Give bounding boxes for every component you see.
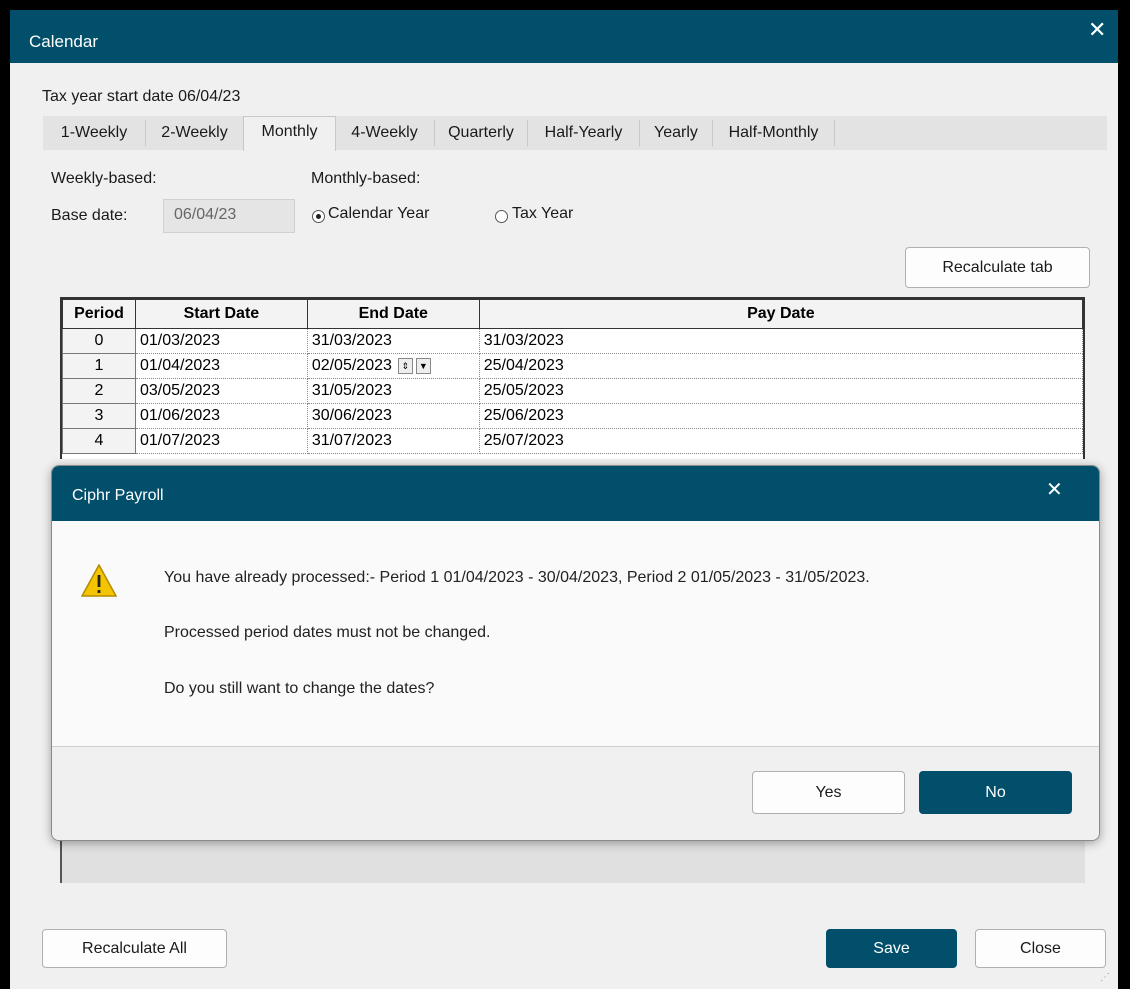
tax-year-label: Tax year start date 06/04/23: [42, 88, 241, 105]
pay-date-cell[interactable]: 25/07/2023: [478, 428, 1084, 454]
table-row[interactable]: 3 01/06/2023 30/06/2023 25/06/2023: [62, 403, 1084, 429]
tab-1-weekly[interactable]: 1-Weekly: [43, 120, 146, 146]
period-tabs: 1-Weekly 2-Weekly Monthly 4-Weekly Quart…: [43, 116, 1107, 151]
tax-year-option-label[interactable]: Tax Year: [512, 205, 573, 223]
dialog-titlebar: Ciphr Payroll ✕: [52, 466, 1099, 521]
dialog-title: Ciphr Payroll: [72, 487, 164, 504]
end-date-editor[interactable]: 02/05/2023 ⇕ ▼: [306, 353, 480, 379]
start-date-cell[interactable]: 01/03/2023: [134, 328, 308, 354]
start-date-cell[interactable]: 03/05/2023: [134, 378, 308, 404]
column-header-start-date[interactable]: Start Date: [134, 299, 308, 329]
spin-updown-icon[interactable]: ⇕: [397, 357, 413, 374]
pay-date-cell[interactable]: 25/06/2023: [478, 403, 1084, 429]
window-title: Calendar: [29, 32, 98, 51]
start-date-cell[interactable]: 01/07/2023: [134, 428, 308, 454]
confirmation-dialog: Ciphr Payroll ✕ You have already process…: [51, 465, 1100, 841]
base-date-label: Base date:: [51, 207, 128, 224]
start-date-cell[interactable]: 01/06/2023: [134, 403, 308, 429]
tab-yearly[interactable]: Yearly: [640, 120, 713, 146]
tab-4-weekly[interactable]: 4-Weekly: [335, 120, 435, 146]
end-date-cell[interactable]: 30/06/2023: [306, 403, 480, 429]
dialog-message-question: Do you still want to change the dates?: [164, 680, 435, 697]
end-date-cell[interactable]: 31/03/2023: [306, 328, 480, 354]
dialog-body: You have already processed:- Period 1 01…: [52, 521, 1099, 746]
tab-quarterly[interactable]: Quarterly: [435, 120, 528, 146]
period-cell: 4: [62, 428, 136, 454]
save-button[interactable]: Save: [826, 929, 957, 968]
dialog-footer: Yes No: [52, 746, 1099, 840]
no-button[interactable]: No: [919, 771, 1072, 814]
pay-date-cell[interactable]: 25/05/2023: [478, 378, 1084, 404]
table-row[interactable]: 0 01/03/2023 31/03/2023 31/03/2023: [62, 328, 1084, 354]
dialog-message-processed: You have already processed:- Period 1 01…: [164, 569, 870, 586]
end-date-cell[interactable]: 31/05/2023: [306, 378, 480, 404]
warning-icon: [81, 564, 117, 597]
calendar-year-radio[interactable]: [312, 210, 325, 223]
tab-half-yearly[interactable]: Half-Yearly: [528, 120, 640, 146]
pay-date-cell[interactable]: 25/04/2023: [478, 353, 1084, 379]
grid-scroll-area: [60, 837, 1085, 883]
recalculate-all-button[interactable]: Recalculate All: [42, 929, 227, 968]
base-date-field[interactable]: 06/04/23: [163, 199, 295, 233]
table-row[interactable]: 2 03/05/2023 31/05/2023 25/05/2023: [62, 378, 1084, 404]
tab-half-monthly[interactable]: Half-Monthly: [713, 120, 835, 146]
recalculate-tab-button[interactable]: Recalculate tab: [905, 247, 1090, 288]
close-button[interactable]: Close: [975, 929, 1106, 968]
dialog-close-icon[interactable]: ✕: [1046, 480, 1063, 500]
column-header-period[interactable]: Period: [62, 299, 136, 329]
monthly-based-heading: Monthly-based:: [311, 170, 421, 187]
table-row[interactable]: 1 01/04/2023 02/05/2023 ⇕ ▼ 25/04/2023: [62, 353, 1084, 379]
tab-monthly[interactable]: Monthly: [243, 116, 336, 151]
end-date-cell[interactable]: 31/07/2023: [306, 428, 480, 454]
period-cell: 1: [62, 353, 136, 379]
column-header-end-date[interactable]: End Date: [306, 299, 480, 329]
weekly-based-heading: Weekly-based:: [51, 170, 157, 187]
period-grid: Period Start Date End Date Pay Date 0 01…: [60, 297, 1085, 459]
period-cell: 0: [62, 328, 136, 354]
yes-button[interactable]: Yes: [752, 771, 905, 814]
end-date-editor-value[interactable]: 02/05/2023: [312, 357, 392, 374]
window-close-icon[interactable]: ✕: [1088, 19, 1106, 41]
resize-grip-icon[interactable]: ⋰: [1100, 972, 1110, 983]
pay-date-cell[interactable]: 31/03/2023: [478, 328, 1084, 354]
column-header-pay-date[interactable]: Pay Date: [478, 299, 1084, 329]
window-titlebar: Calendar ✕: [10, 10, 1118, 63]
period-cell: 2: [62, 378, 136, 404]
tax-year-radio[interactable]: [495, 210, 508, 223]
table-row[interactable]: 4 01/07/2023 31/07/2023 25/07/2023: [62, 428, 1084, 454]
dialog-message-warning: Processed period dates must not be chang…: [164, 624, 491, 641]
period-cell: 3: [62, 403, 136, 429]
start-date-cell[interactable]: 01/04/2023: [134, 353, 308, 379]
dropdown-arrow-icon[interactable]: ▼: [415, 357, 431, 374]
calendar-year-label[interactable]: Calendar Year: [328, 205, 429, 223]
tab-2-weekly[interactable]: 2-Weekly: [146, 120, 244, 146]
